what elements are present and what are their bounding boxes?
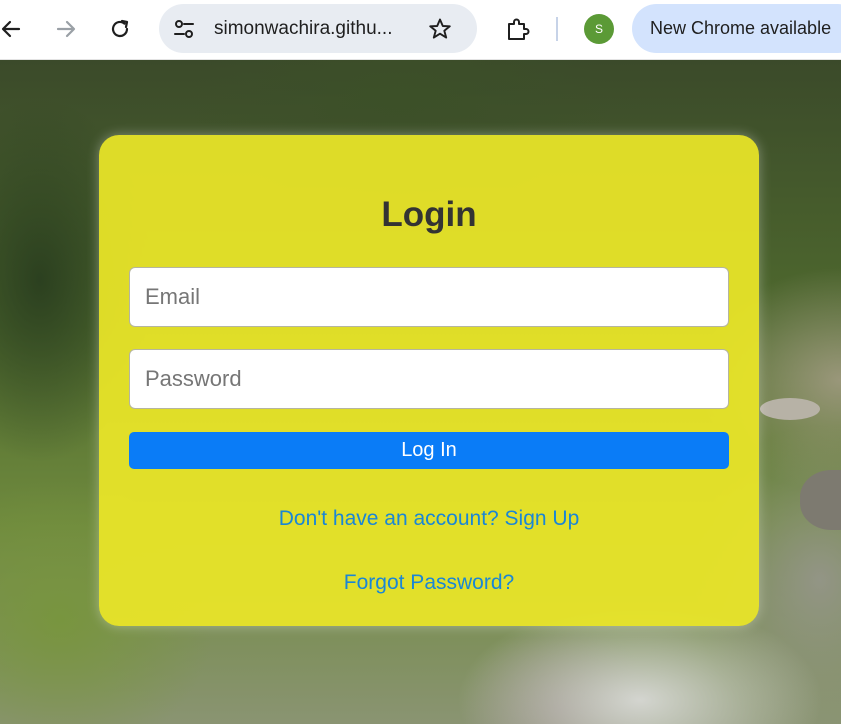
forward-arrow-icon[interactable] <box>51 14 81 44</box>
background-rock <box>800 470 841 530</box>
site-settings-icon[interactable] <box>171 16 197 42</box>
forgot-password-link[interactable]: Forgot Password? <box>99 571 759 595</box>
toolbar-divider <box>556 17 558 41</box>
password-field[interactable] <box>129 349 729 409</box>
background-rock <box>760 398 820 420</box>
page-background: Login Log In Don't have an account? Sign… <box>0 60 841 724</box>
reload-icon[interactable] <box>105 14 135 44</box>
sign-up-link[interactable]: Don't have an account? Sign Up <box>99 507 759 531</box>
update-chrome-button[interactable]: New Chrome available <box>632 4 841 53</box>
avatar[interactable]: S <box>584 14 614 44</box>
login-card: Login Log In Don't have an account? Sign… <box>99 135 759 626</box>
bookmark-star-icon[interactable] <box>427 16 453 42</box>
browser-toolbar: simonwachira.githu... S New Chrome avail… <box>0 0 841 60</box>
address-bar[interactable]: simonwachira.githu... <box>159 4 477 53</box>
extensions-puzzle-icon[interactable] <box>503 14 533 44</box>
page-title: Login <box>381 195 477 234</box>
url-text[interactable]: simonwachira.githu... <box>214 18 392 40</box>
back-arrow-icon[interactable] <box>0 14 26 44</box>
email-field[interactable] <box>129 267 729 327</box>
log-in-button[interactable]: Log In <box>129 432 729 469</box>
